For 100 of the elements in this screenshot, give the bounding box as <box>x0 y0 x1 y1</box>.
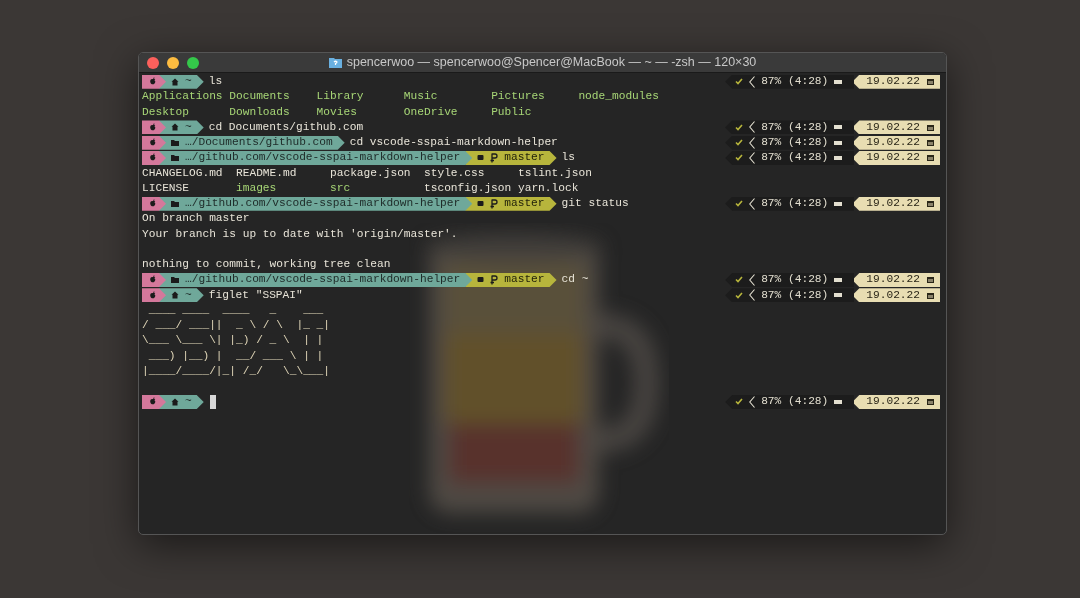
date-segment: 19.02.22 <box>852 394 940 409</box>
date-segment: 19.02.22 <box>852 120 940 135</box>
home-icon <box>171 77 179 86</box>
file-name: CHANGELOG.md <box>142 165 224 181</box>
battery-icon <box>834 140 843 145</box>
date-segment: 19.02.22 <box>852 288 940 303</box>
directory-name: Documents <box>229 89 291 105</box>
battery-status: 87% (4:28) <box>761 394 829 410</box>
apple-icon <box>149 153 157 163</box>
battery-status: 87% (4:28) <box>761 287 829 303</box>
output-text: nothing to commit, working tree clean <box>142 257 391 273</box>
chevron-left-icon <box>749 136 756 149</box>
prompt-path-segment: …/github.com/vscode-sspai-markdown-helper <box>159 272 473 287</box>
calendar-icon <box>927 398 934 406</box>
chevron-left-icon <box>749 197 756 210</box>
apple-icon <box>149 397 157 407</box>
command-text: ls <box>561 150 575 166</box>
chevron-left-icon <box>749 289 756 302</box>
chevron-left-icon <box>749 395 756 408</box>
check-icon <box>735 200 744 208</box>
date-segment: 19.02.22 <box>852 196 940 211</box>
folder-icon <box>328 57 342 68</box>
file-name: LICENSE <box>142 181 190 196</box>
branch-icon <box>490 152 499 163</box>
chevron-left-icon <box>749 121 756 134</box>
branch-icon <box>490 274 499 285</box>
directory-name: Music <box>403 89 439 105</box>
command-text: cd vscode-sspai-markdown-helper <box>349 135 558 151</box>
battery-icon <box>834 293 843 298</box>
apple-icon <box>149 290 157 300</box>
prompt-git-segment: master <box>465 272 557 287</box>
calendar-icon <box>927 78 934 86</box>
battery-icon <box>834 79 843 84</box>
apple-icon <box>149 275 157 285</box>
prompt-git-segment: master <box>465 196 557 211</box>
directory-name: Public <box>491 104 532 120</box>
battery-status: 87% (4:28) <box>761 135 829 151</box>
directory-name: Movies <box>316 104 358 120</box>
apple-icon <box>149 77 157 87</box>
file-name: style.css <box>424 165 486 181</box>
command-text: cd ~ <box>561 272 589 288</box>
output-text: On branch master <box>142 211 250 227</box>
battery-icon <box>834 155 843 160</box>
command-text: cd Documents/github.com <box>208 120 364 135</box>
file-name: tsconfig.json <box>424 181 513 196</box>
directory-name: Downloads <box>229 104 291 120</box>
ascii-art-text: ____ ____ ____ _ ___ / ___/ ___|| _ \ / \ |_ _| \___ \___ \| |_) / _ \ | | ___) |__) | __/ ___ \ | | |____/____/|_| /_/ \_\___| <box>142 302 330 379</box>
directory-name: Desktop <box>142 104 190 120</box>
battery-status: 87% (4:28) <box>761 120 829 135</box>
battery-status: 87% (4:28) <box>761 196 829 212</box>
chevron-left-icon <box>749 273 756 286</box>
calendar-icon <box>927 200 934 208</box>
battery-status: 87% (4:28) <box>761 272 829 288</box>
prompt-path-segment: …/github.com/vscode-sspai-markdown-helper <box>159 150 473 165</box>
home-icon <box>171 397 179 406</box>
date-segment: 19.02.22 <box>852 135 940 150</box>
battery-icon <box>834 399 843 404</box>
git-icon <box>477 200 485 208</box>
output-text: Your branch is up to date with 'origin/master'. <box>142 226 458 242</box>
battery-status: 87% (4:28) <box>761 74 829 90</box>
prompt-path-segment: …/Documents/github.com <box>159 135 345 150</box>
home-icon <box>171 291 179 300</box>
file-name: README.md <box>236 165 298 181</box>
date-segment: 19.02.22 <box>852 74 940 89</box>
directory-name: Pictures <box>491 89 546 105</box>
apple-icon <box>149 122 157 132</box>
command-text: ls <box>208 74 223 90</box>
file-name: yarn.lock <box>517 181 579 196</box>
chevron-left-icon <box>749 75 756 88</box>
directory-name: node_modules <box>578 89 659 105</box>
window-title: spencerwoo — spencerwoo@Spencer@MacBook — ~ — -zsh — 120×30 <box>346 54 757 72</box>
battery-icon <box>834 277 843 282</box>
zoom-button[interactable] <box>187 56 199 69</box>
directory-name: Applications <box>142 89 224 105</box>
git-icon <box>477 276 485 284</box>
date-segment: 19.02.22 <box>852 150 940 165</box>
git-icon <box>477 154 485 162</box>
battery-icon <box>834 125 843 130</box>
file-name: package.json <box>330 165 412 181</box>
branch-icon <box>490 198 499 209</box>
directory-name: images <box>236 181 278 196</box>
prompt-path-segment: …/github.com/vscode-sspai-markdown-helper <box>159 196 473 211</box>
folder-icon <box>171 276 179 284</box>
file-name: tslint.json <box>518 165 592 181</box>
check-icon <box>735 78 744 86</box>
close-button[interactable] <box>147 56 159 69</box>
prompt-git-segment: master <box>465 150 557 165</box>
minimize-button[interactable] <box>167 56 179 69</box>
directory-name: OneDrive <box>403 104 459 120</box>
battery-status: 87% (4:28) <box>761 150 829 166</box>
command-text: figlet "SSPAI" <box>208 287 303 303</box>
directory-name: src <box>330 181 352 196</box>
home-icon <box>171 123 179 132</box>
date-segment: 19.02.22 <box>852 272 940 287</box>
battery-icon <box>834 201 843 206</box>
command-text: git status <box>561 196 629 212</box>
apple-icon <box>149 199 157 209</box>
check-icon <box>735 398 744 406</box>
directory-name: Library <box>316 89 365 105</box>
folder-icon <box>171 200 179 208</box>
